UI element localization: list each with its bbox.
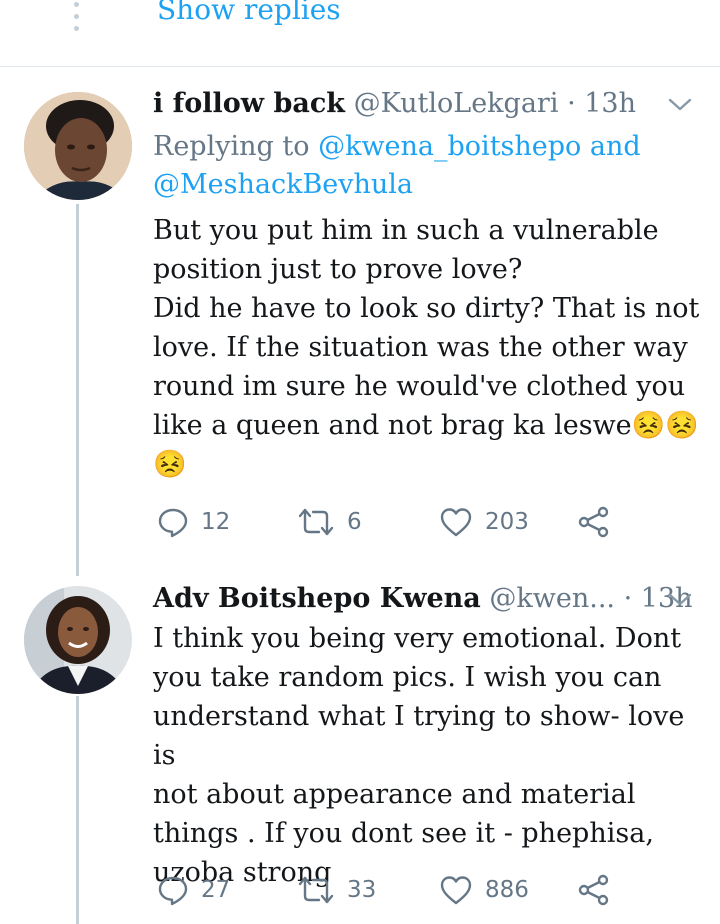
heart-icon xyxy=(439,874,473,906)
like-count: 886 xyxy=(485,877,529,903)
tweet-header: Adv Boitshepo Kwena @kwen... · 13h xyxy=(153,582,693,616)
retweet-icon xyxy=(297,506,335,538)
replying-to: Replying to @kwena_boitshepo and @Meshac… xyxy=(153,128,693,204)
retweet-count: 6 xyxy=(347,509,362,535)
display-name[interactable]: Adv Boitshepo Kwena xyxy=(153,583,481,614)
reply-button[interactable]: 12 xyxy=(157,502,230,542)
divider xyxy=(0,66,720,67)
reply-count: 12 xyxy=(201,509,231,535)
tweet-actions: 12 6 203 xyxy=(157,502,627,542)
share-button[interactable] xyxy=(577,502,611,542)
share-button[interactable] xyxy=(577,870,611,910)
retweet-icon xyxy=(297,874,335,906)
show-replies-link[interactable]: Show replies xyxy=(157,0,341,28)
retweet-count: 33 xyxy=(347,877,377,903)
mention-link[interactable]: @MeshackBevhula xyxy=(153,169,413,200)
replying-prefix: Replying to xyxy=(153,131,310,162)
chevron-down-icon[interactable] xyxy=(667,591,693,609)
heart-icon xyxy=(439,506,473,538)
display-name[interactable]: i follow back xyxy=(153,88,345,119)
like-count: 203 xyxy=(485,509,529,535)
tweet-header: i follow back @KutloLekgari · 13h xyxy=(153,87,636,121)
speech-bubble-icon xyxy=(157,506,189,538)
tweet-text: But you put him in such a vulnerable pos… xyxy=(153,215,700,480)
retweet-button[interactable]: 33 xyxy=(297,870,376,910)
speech-bubble-icon xyxy=(157,874,189,906)
chevron-down-icon[interactable] xyxy=(667,96,693,114)
reply-count: 27 xyxy=(201,877,231,903)
avatar[interactable] xyxy=(24,92,132,200)
retweet-button[interactable]: 6 xyxy=(297,502,362,542)
share-icon xyxy=(577,505,611,539)
timestamp[interactable]: 13h xyxy=(584,88,636,119)
user-handle[interactable]: @kwen... xyxy=(489,583,615,614)
reply-button[interactable]: 27 xyxy=(157,870,230,910)
separator: · xyxy=(623,583,633,614)
user-handle[interactable]: @KutloLekgari xyxy=(354,88,559,119)
thread-line xyxy=(76,204,79,576)
tweet-text: I think you being very emotional. Dont y… xyxy=(153,623,685,888)
tweet-actions: 27 33 886 xyxy=(157,870,627,910)
separator: · xyxy=(567,88,576,119)
share-icon xyxy=(577,873,611,907)
avatar[interactable] xyxy=(24,586,132,694)
replying-and[interactable]: and xyxy=(590,131,641,162)
like-button[interactable]: 203 xyxy=(439,502,529,542)
like-button[interactable]: 886 xyxy=(439,870,529,910)
mention-link[interactable]: @kwena_boitshepo xyxy=(318,131,581,162)
thread-line xyxy=(76,696,79,924)
thread-dots xyxy=(72,0,82,40)
